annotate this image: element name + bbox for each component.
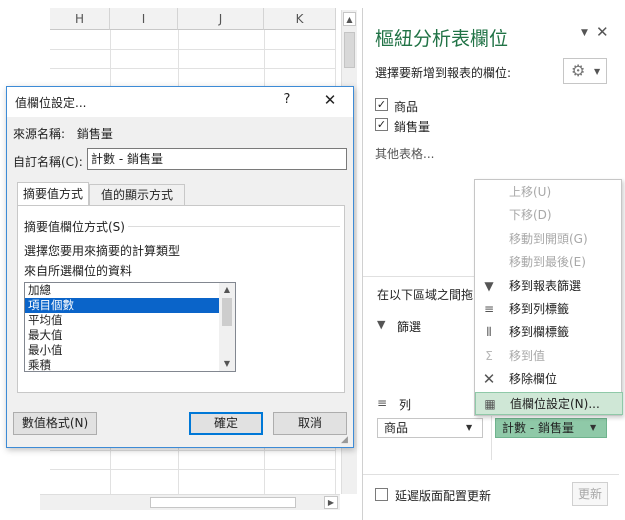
scroll-thumb[interactable] bbox=[344, 32, 355, 68]
list-scrollbar[interactable]: ▲ ▼ bbox=[219, 283, 235, 371]
custom-name-input[interactable]: 計數 - 銷售量 bbox=[87, 148, 347, 170]
list-item[interactable]: 最大值 bbox=[25, 328, 219, 343]
menu-item-label: 移除欄位 bbox=[509, 372, 558, 387]
menu-item-label: 移到值 bbox=[509, 348, 546, 363]
custom-name-label: 自訂名稱(C): bbox=[13, 155, 83, 169]
drag-between-label: 在以下區域之間拖 bbox=[377, 288, 474, 302]
field-context-menu: 上移(U) 下移(D) 移動到開頭(G) 移動到最後(E) ▼ 移到報表篩選 ≡ 移到列標籤 ⦀… bbox=[474, 179, 623, 416]
rows-chip-chevron-icon[interactable]: ▼ bbox=[466, 419, 472, 437]
menu-item[interactable]: ▦ 值欄位設定(N)... bbox=[475, 391, 623, 415]
menu-item-label: 移到欄標籤 bbox=[509, 325, 570, 340]
values-chip-chevron-icon[interactable]: ▼ bbox=[590, 419, 596, 437]
menu-item[interactable]: 下移(D) bbox=[475, 204, 623, 227]
choose-fields-label: 選擇要新增到報表的欄位: bbox=[375, 66, 512, 80]
field-label-product: 商品 bbox=[394, 100, 419, 114]
field-list-settings-button[interactable]: ⚙ ▼ bbox=[563, 58, 607, 84]
number-format-button[interactable]: 數值格式(N) bbox=[13, 412, 97, 435]
calculation-description-line1: 選擇您要用來摘要的計算類型 bbox=[24, 244, 181, 258]
rows-icon: ≡ bbox=[377, 396, 388, 410]
menu-item[interactable]: ≡ 移到列標籤 bbox=[475, 298, 623, 321]
resize-grip-icon[interactable]: ◢ bbox=[341, 435, 351, 445]
column-header-h[interactable]: H bbox=[50, 8, 110, 30]
scroll-right-arrow-icon[interactable]: ▶ bbox=[324, 496, 338, 509]
menu-item[interactable]: 上移(U) bbox=[475, 181, 623, 204]
filters-area-label: 篩選 bbox=[397, 320, 422, 334]
custom-name-value: 計數 - 銷售量 bbox=[91, 152, 163, 166]
rows-area-label: 列 bbox=[399, 398, 412, 412]
dialog-title-bar[interactable]: 值欄位設定... ? ✕ bbox=[7, 87, 353, 117]
list-item[interactable]: 最小值 bbox=[25, 343, 219, 358]
panel-close-icon[interactable]: ✕ bbox=[596, 23, 609, 41]
panel-options-chevron-icon[interactable]: ▼ bbox=[581, 28, 588, 38]
rows-field-chip[interactable]: 商品 ▼ bbox=[377, 418, 483, 438]
menu-item-label: 移到報表篩選 bbox=[509, 278, 582, 293]
menu-item-label: 上移(U) bbox=[509, 185, 552, 199]
close-icon[interactable]: ✕ bbox=[319, 91, 341, 109]
update-button[interactable]: 更新 bbox=[572, 482, 608, 506]
panel-title: 樞紐分析表欄位 bbox=[375, 28, 509, 50]
tab-show-values-label: 值的顯示方式 bbox=[100, 188, 173, 202]
value-field-settings-dialog: 值欄位設定... ? ✕ 來源名稱: 銷售量 自訂名稱(C): 計數 - 銷售量… bbox=[6, 86, 354, 448]
sigma-icon: Σ bbox=[485, 348, 493, 363]
menu-item[interactable]: 移動到開頭(G) bbox=[475, 228, 623, 251]
column-header-i[interactable]: I bbox=[110, 8, 178, 30]
list-item[interactable]: 乘積 bbox=[25, 358, 219, 371]
columns-icon: ⦀ bbox=[486, 325, 492, 340]
tab-content-panel: 摘要值欄位方式(S) 選擇您要用來摘要的計算類型 來自所選欄位的資料 加總 項目個… bbox=[17, 205, 345, 393]
field-checkbox-product[interactable]: ✓ bbox=[375, 98, 388, 111]
menu-item[interactable]: ✕ 移除欄位 bbox=[475, 368, 623, 391]
help-button[interactable]: ? bbox=[277, 92, 297, 107]
gear-icon: ⚙ bbox=[571, 61, 586, 80]
scroll-up-arrow-icon[interactable]: ▲ bbox=[343, 12, 356, 26]
field-checkbox-sales[interactable]: ✓ bbox=[375, 118, 388, 131]
values-field-chip[interactable]: 計數 - 銷售量 ▼ bbox=[495, 418, 607, 438]
menu-item-label: 移動到開頭(G) bbox=[509, 231, 588, 246]
defer-update-checkbox[interactable] bbox=[375, 488, 388, 501]
list-item[interactable]: 加總 bbox=[25, 283, 219, 298]
field-settings-icon: ▦ bbox=[484, 396, 496, 411]
hscroll-thumb[interactable] bbox=[150, 497, 296, 508]
filter-icon: ▼ bbox=[377, 318, 386, 331]
source-name-label: 來源名稱: bbox=[13, 127, 66, 141]
calculation-description-line2: 來自所選欄位的資料 bbox=[24, 264, 133, 278]
rows-icon: ≡ bbox=[483, 302, 495, 316]
menu-item-label: 下移(D) bbox=[509, 208, 552, 223]
menu-item[interactable]: ▼ 移到報表篩選 bbox=[475, 275, 623, 298]
menu-item[interactable]: ⦀ 移到欄標籤 bbox=[475, 321, 623, 344]
list-item[interactable]: 項目個數 bbox=[25, 298, 219, 313]
horizontal-scrollbar[interactable]: ▶ bbox=[40, 494, 340, 510]
gear-chevron-icon: ▼ bbox=[594, 67, 601, 76]
menu-item-label: 值欄位設定(N)... bbox=[510, 396, 600, 411]
cancel-button[interactable]: 取消 bbox=[273, 412, 347, 435]
more-tables-link[interactable]: 其他表格... bbox=[375, 145, 434, 162]
menu-item[interactable]: Σ 移到值 bbox=[475, 345, 623, 368]
summarize-field-label: 摘要值欄位方式(S) bbox=[24, 220, 125, 234]
column-header-k[interactable]: K bbox=[264, 8, 336, 30]
tab-summarize-label: 摘要值方式 bbox=[22, 187, 83, 201]
tab-show-values-as[interactable]: 值的顯示方式 bbox=[89, 184, 185, 206]
menu-item-label: 移動到最後(E) bbox=[509, 255, 586, 270]
menu-item-label: 移到列標籤 bbox=[509, 302, 570, 316]
list-scroll-thumb[interactable] bbox=[222, 298, 232, 326]
list-scroll-down-icon[interactable]: ▼ bbox=[219, 357, 235, 371]
tab-summarize-by[interactable]: 摘要值方式 bbox=[17, 182, 89, 206]
field-label-sales: 銷售量 bbox=[394, 120, 431, 134]
ok-button[interactable]: 確定 bbox=[189, 412, 263, 435]
dialog-title: 值欄位設定... bbox=[15, 96, 87, 110]
calculation-type-list[interactable]: 加總 項目個數 平均值 最大值 最小值 乘積 ▲ ▼ bbox=[24, 282, 236, 372]
column-header-j[interactable]: J bbox=[178, 8, 264, 30]
remove-icon: ✕ bbox=[482, 370, 496, 389]
menu-item[interactable]: 移動到最後(E) bbox=[475, 251, 623, 274]
source-name-value: 銷售量 bbox=[76, 127, 113, 141]
defer-update-label: 延遲版面配置更新 bbox=[395, 489, 492, 503]
filter-icon: ▼ bbox=[484, 278, 494, 293]
list-item[interactable]: 平均值 bbox=[25, 313, 219, 328]
list-scroll-up-icon[interactable]: ▲ bbox=[219, 283, 235, 297]
